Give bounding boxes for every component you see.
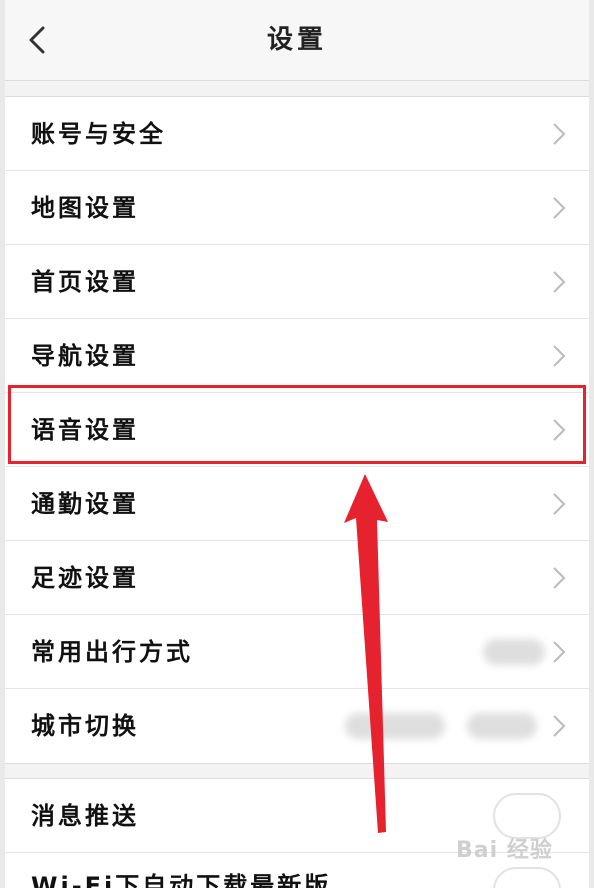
arrow-annotation	[344, 474, 388, 833]
watermark: Bai 经验	[456, 838, 553, 863]
